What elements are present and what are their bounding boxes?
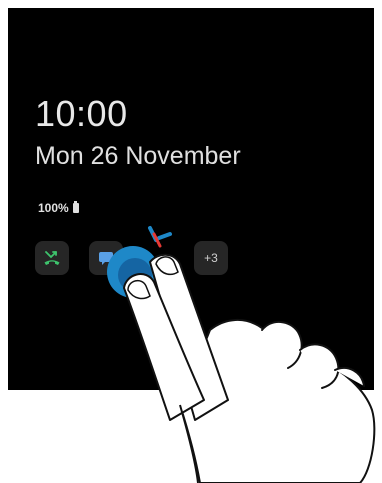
notification-missed-call[interactable] (35, 241, 69, 275)
battery-level: 100% (38, 201, 69, 215)
wrist-outline (179, 404, 199, 483)
notification-message[interactable] (89, 241, 123, 275)
clock-time: 10:00 (35, 93, 128, 134)
notification-more-count[interactable]: +3 (194, 241, 228, 275)
illustration: 10:00 Mon 26 November 100% +3 (0, 0, 382, 483)
message-icon (99, 252, 113, 265)
always-on-display-screen: 10:00 Mon 26 November 100% +3 (8, 8, 374, 390)
battery-icon (72, 201, 79, 213)
battery-status: 100% (38, 201, 79, 215)
more-count-label: +3 (204, 251, 218, 265)
date-label: Mon 26 November (35, 142, 241, 170)
missed-call-icon (44, 251, 60, 265)
